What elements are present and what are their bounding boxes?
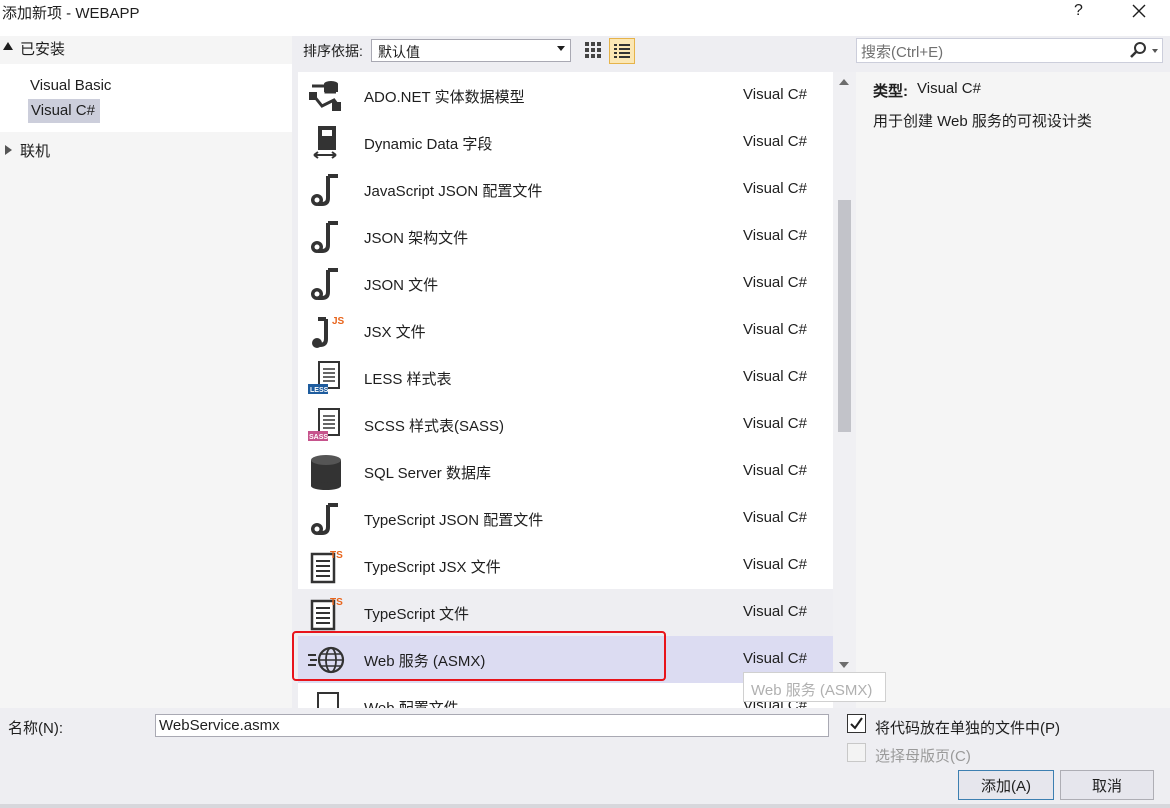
template-language: Visual C# xyxy=(743,368,807,385)
template-language: Visual C# xyxy=(743,227,807,244)
tree-item-visual-basic[interactable]: Visual Basic xyxy=(30,77,111,94)
close-icon[interactable] xyxy=(1128,0,1150,22)
template-description: 用于创建 Web 服务的可视设计类 xyxy=(873,113,1092,130)
template-name: TypeScript JSON 配置文件 xyxy=(364,512,544,529)
svg-text:SASS: SASS xyxy=(309,434,328,441)
collapsed-arrow-icon[interactable] xyxy=(5,145,12,155)
template-item[interactable]: JS JSX 文件 Visual C# xyxy=(298,307,833,354)
cancel-button[interactable]: 取消 xyxy=(1060,770,1154,800)
scrollbar-thumb[interactable] xyxy=(838,200,851,432)
template-name: JSON 架构文件 xyxy=(364,230,469,247)
type-value: Visual C# xyxy=(917,80,981,97)
json-file-icon xyxy=(306,172,346,208)
search-icon[interactable] xyxy=(1128,40,1148,60)
add-button[interactable]: 添加(A) xyxy=(958,770,1054,800)
template-language: Visual C# xyxy=(743,556,807,573)
template-name: Web 配置文件 xyxy=(364,697,459,708)
template-language: Visual C# xyxy=(743,133,807,150)
template-language: Visual C# xyxy=(743,180,807,197)
template-name: ADO.NET 实体数据模型 xyxy=(364,89,525,106)
template-language: Visual C# xyxy=(743,321,807,338)
help-button[interactable]: ? xyxy=(1074,2,1083,20)
template-item[interactable]: SASS SCSS 样式表(SASS) Visual C# xyxy=(298,401,833,448)
jsx-file-icon: JS xyxy=(306,313,346,349)
title-bar xyxy=(0,0,1170,36)
template-item[interactable]: JSON 架构文件 Visual C# xyxy=(298,213,833,260)
template-language: Visual C# xyxy=(743,603,807,620)
template-name: SCSS 样式表(SASS) xyxy=(364,418,505,435)
template-name: JSON 文件 xyxy=(364,277,439,294)
master-page-checkbox xyxy=(847,743,866,762)
svg-text:LESS: LESS xyxy=(310,387,329,394)
template-item[interactable]: JSON 文件 Visual C# xyxy=(298,260,833,307)
tooltip: Web 服务 (ASMX) xyxy=(743,672,886,702)
detail-pane xyxy=(856,72,1170,708)
template-list: ADO.NET 实体数据模型 Visual C# Dynamic Data 字段 Vi… xyxy=(298,72,833,708)
window-title: 添加新项 - WEBAPP xyxy=(2,5,140,22)
name-label: 名称(N): xyxy=(8,720,63,737)
tree-item-visual-csharp[interactable]: Visual C# xyxy=(31,102,95,119)
grid-view-icon[interactable] xyxy=(581,38,605,62)
sort-value[interactable]: 默认值 xyxy=(378,42,420,62)
template-language: Visual C# xyxy=(743,86,807,103)
scss-stylesheet-icon: SASS xyxy=(306,407,346,443)
search-options-chevron-icon[interactable] xyxy=(1152,49,1158,53)
template-name: TypeScript 文件 xyxy=(364,606,470,623)
tree-item-online[interactable]: 联机 xyxy=(20,140,50,161)
separate-file-label[interactable]: 将代码放在单独的文件中(P) xyxy=(875,717,1060,738)
master-page-label: 选择母版页(C) xyxy=(875,748,971,765)
template-item[interactable]: ADO.NET 实体数据模型 Visual C# xyxy=(298,72,833,119)
typescript-file-icon: TS xyxy=(306,595,346,631)
template-item[interactable]: Dynamic Data 字段 Visual C# xyxy=(298,119,833,166)
checkmark-icon xyxy=(850,717,863,730)
selection-highlight-outline xyxy=(292,631,666,681)
web-config-icon xyxy=(306,689,346,708)
template-language: Visual C# xyxy=(743,415,807,432)
json-file-icon xyxy=(306,266,346,302)
template-item[interactable]: TS TypeScript JSX 文件 Visual C# xyxy=(298,542,833,589)
svg-text:TS: TS xyxy=(330,597,343,608)
template-item[interactable]: JavaScript JSON 配置文件 Visual C# xyxy=(298,166,833,213)
template-name: JSX 文件 xyxy=(364,324,426,341)
template-item[interactable]: LESS LESS 样式表 Visual C# xyxy=(298,354,833,401)
tree-label-installed[interactable]: 已安装 xyxy=(20,38,65,59)
list-view-button[interactable] xyxy=(609,38,635,64)
template-name: TypeScript JSX 文件 xyxy=(364,559,501,576)
database-icon xyxy=(306,454,346,490)
search-placeholder[interactable]: 搜索(Ctrl+E) xyxy=(861,41,943,62)
svg-text:TS: TS xyxy=(330,550,343,561)
name-field[interactable] xyxy=(155,714,829,737)
template-language: Visual C# xyxy=(743,509,807,526)
type-label: 类型: xyxy=(873,83,908,100)
window-bottom-edge xyxy=(0,804,1170,808)
expanded-arrow-icon[interactable] xyxy=(3,42,13,50)
less-stylesheet-icon: LESS xyxy=(306,360,346,396)
typescript-file-icon: TS xyxy=(306,548,346,584)
template-name: SQL Server 数据库 xyxy=(364,465,491,482)
separate-file-checkbox[interactable] xyxy=(847,714,866,733)
sort-label: 排序依据: xyxy=(303,43,363,59)
category-tree xyxy=(0,36,292,708)
template-item[interactable]: TypeScript JSON 配置文件 Visual C# xyxy=(298,495,833,542)
scroll-down-icon[interactable] xyxy=(839,662,849,668)
template-item[interactable]: TS TypeScript 文件 Visual C# xyxy=(298,589,833,636)
template-item[interactable]: SQL Server 数据库 Visual C# xyxy=(298,448,833,495)
svg-text:JS: JS xyxy=(332,316,345,327)
template-name: LESS 样式表 xyxy=(364,371,452,388)
chevron-down-icon[interactable] xyxy=(557,46,565,51)
template-language: Visual C# xyxy=(743,650,807,667)
scroll-up-icon[interactable] xyxy=(839,79,849,85)
dynamic-data-field-icon xyxy=(306,125,346,161)
json-file-icon xyxy=(306,219,346,255)
template-name: Dynamic Data 字段 xyxy=(364,136,493,153)
template-name: JavaScript JSON 配置文件 xyxy=(364,183,543,200)
json-file-icon xyxy=(306,501,346,537)
template-language: Visual C# xyxy=(743,274,807,291)
template-language: Visual C# xyxy=(743,462,807,479)
list-view-icon xyxy=(614,44,630,58)
ado-entity-model-icon xyxy=(306,78,346,114)
